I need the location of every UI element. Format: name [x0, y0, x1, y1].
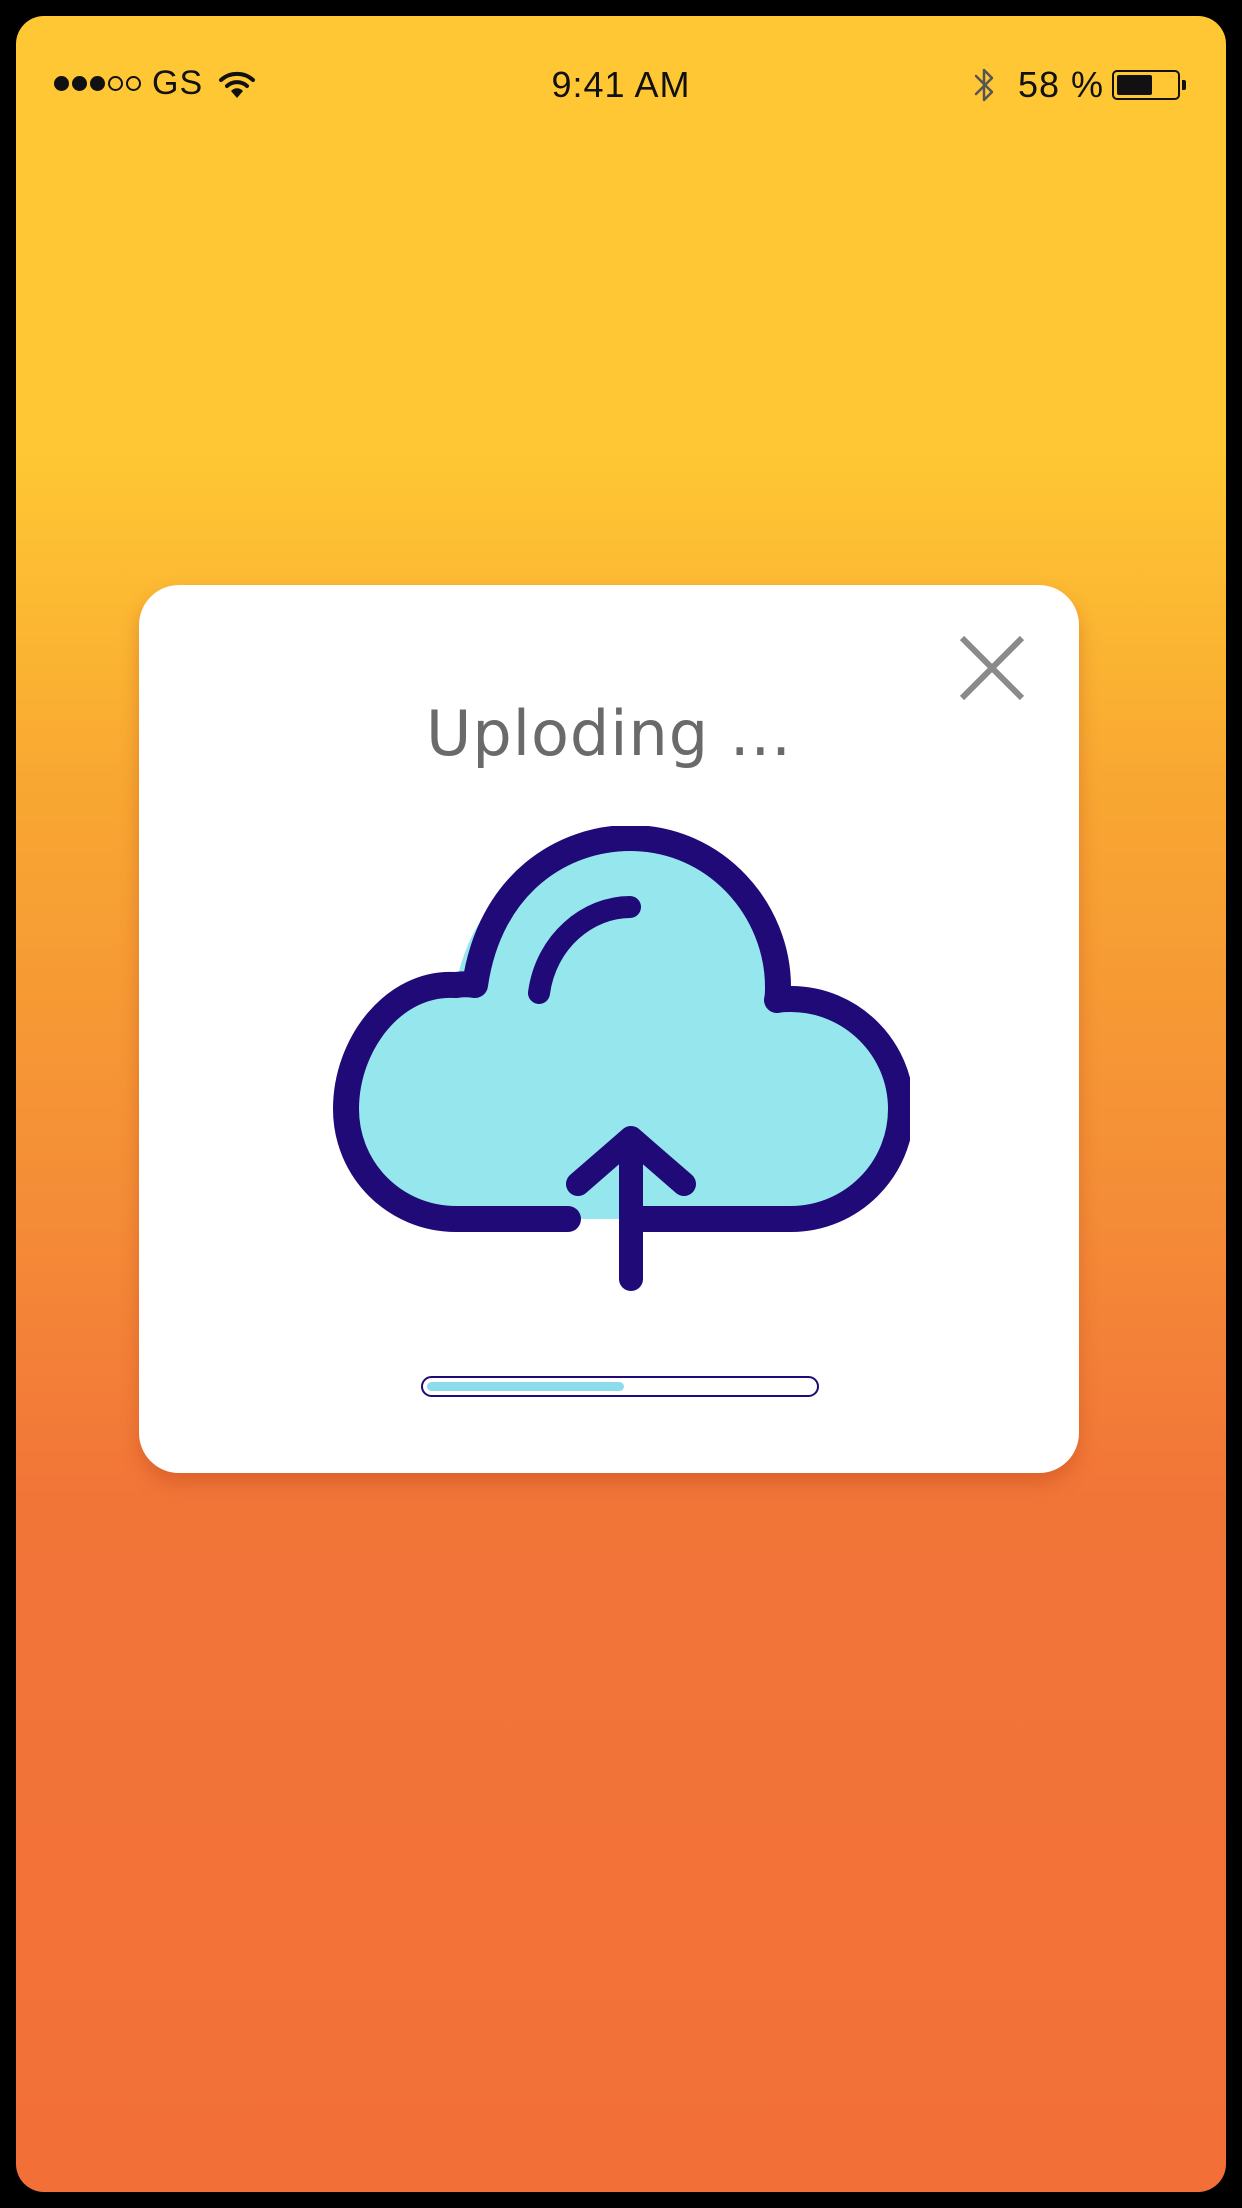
upload-dialog: Uploding ... — [139, 585, 1079, 1473]
upload-progress-bar — [421, 1376, 819, 1397]
status-bar: GS 9:41 AM 58 % — [16, 16, 1226, 126]
upload-progress-fill — [427, 1382, 624, 1391]
bluetooth-icon — [974, 68, 994, 102]
status-right: 58 % — [970, 64, 1186, 106]
battery-level-fill — [1117, 75, 1152, 95]
cloud-upload-icon — [333, 826, 910, 1291]
close-icon[interactable] — [956, 632, 1028, 704]
battery-percent: 58 % — [1017, 64, 1104, 105]
app-screen: GS 9:41 AM 58 % Uploding ... — [16, 16, 1226, 2192]
device-frame: GS 9:41 AM 58 % Uploding ... — [0, 0, 1242, 2208]
battery-icon — [1112, 70, 1180, 100]
upload-title: Uploding ... — [426, 697, 792, 770]
battery-tip — [1182, 80, 1186, 90]
